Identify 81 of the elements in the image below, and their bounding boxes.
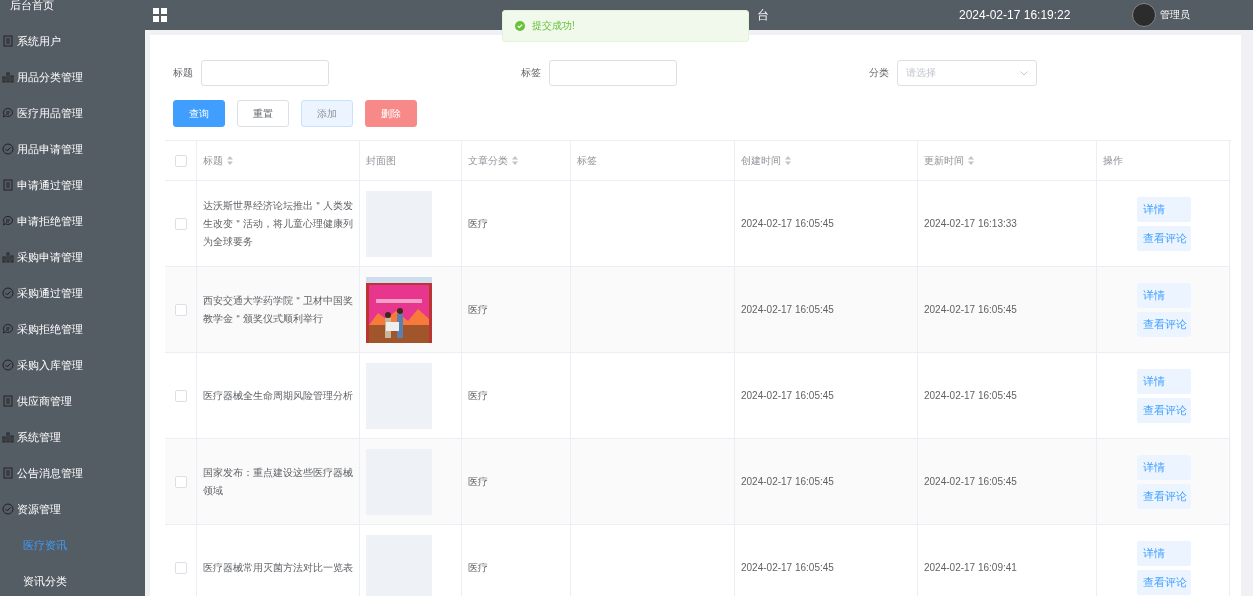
column-header: 标签 [577, 153, 597, 168]
datetime: 2024-02-17 16:19:22 [959, 8, 1071, 22]
table-cell-text: 2024-02-17 16:05:45 [924, 388, 1017, 403]
table-cell-text: 2024-02-17 16:05:45 [924, 302, 1017, 317]
sidebar-item[interactable]: 后台首页 [0, 0, 145, 23]
sidebar-item[interactable]: 用品申请管理 [0, 131, 145, 167]
sort-icon[interactable] [968, 156, 974, 165]
table-cell-text: 2024-02-17 16:05:45 [741, 388, 834, 403]
sidebar-item[interactable]: 采购拒绝管理 [0, 311, 145, 347]
filter-input[interactable] [201, 60, 329, 86]
article-title: 国家发布：重点建设这些医疗器械领域 [203, 465, 353, 498]
column-header: 创建时间 [741, 153, 781, 168]
bar-chart-icon [2, 71, 14, 83]
document-icon [2, 395, 14, 407]
column-header: 标题 [203, 153, 223, 168]
sidebar-item[interactable]: 采购入库管理 [0, 347, 145, 383]
table-cell-text: 医疗 [468, 474, 488, 489]
sidebar-item[interactable]: 系统用户 [0, 23, 145, 59]
sidebar-item[interactable]: 采购申请管理 [0, 239, 145, 275]
avatar[interactable] [1132, 3, 1157, 27]
table-cell-text: 2024-02-17 16:05:45 [741, 216, 834, 231]
sidebar-item[interactable]: 申请拒绝管理 [0, 203, 145, 239]
sidebar-item[interactable]: 申请通过管理 [0, 167, 145, 203]
sort-icon[interactable] [785, 156, 791, 165]
toast-message: 提交成功! [532, 19, 575, 33]
user-name[interactable]: 管理员 [1160, 8, 1191, 22]
filter-input[interactable] [549, 60, 677, 86]
sidebar-item[interactable]: 采购通过管理 [0, 275, 145, 311]
row-checkbox[interactable] [174, 561, 187, 574]
grid-menu-icon[interactable] [153, 8, 167, 22]
filter-label: 分类 [869, 66, 889, 80]
sidebar-item[interactable]: 公告消息管理 [0, 455, 145, 491]
column-header: 更新时间 [924, 153, 964, 168]
table-cell-text: 医疗 [468, 302, 488, 317]
article-title: 达沃斯世界经济论坛推出＂人类发生改变＂活动，将儿童心理健康列为全球要务 [203, 198, 353, 249]
table-cell-text: 2024-02-17 16:05:45 [741, 474, 834, 489]
column-header: 封面图 [366, 153, 396, 168]
chat-icon [2, 323, 14, 335]
document-icon [2, 35, 14, 47]
table-cell-text: 医疗 [468, 216, 488, 231]
chevron-down-icon [1020, 70, 1028, 76]
select-all-checkbox[interactable] [174, 154, 187, 167]
check-circle-icon [2, 359, 14, 371]
row-checkbox[interactable] [174, 389, 187, 402]
row-checkbox[interactable] [174, 475, 187, 488]
sidebar-item[interactable]: 用品分类管理 [0, 59, 145, 95]
table-cell-text: 2024-02-17 16:05:45 [741, 560, 834, 575]
table-cell-text: 医疗 [468, 560, 488, 575]
filter-label: 标题 [173, 66, 193, 80]
sidebar-item[interactable]: 资源管理 [0, 491, 145, 527]
document-icon [2, 179, 14, 191]
table-cell-text: 医疗 [468, 388, 488, 403]
check-circle-icon [2, 287, 14, 299]
article-title: 西安交通大学药学院＂卫材中国奖教学金＂颁奖仪式顺利举行 [203, 293, 353, 326]
sidebar-item[interactable]: 系统管理 [0, 419, 145, 455]
row-checkbox[interactable] [174, 217, 187, 230]
sort-icon[interactable] [227, 156, 233, 165]
table-cell-text: 2024-02-17 16:05:45 [924, 474, 1017, 489]
sidebar-item[interactable]: 医疗用品管理 [0, 95, 145, 131]
row-checkbox[interactable] [174, 303, 187, 316]
table-cell-text: 2024-02-17 16:13:33 [924, 216, 1017, 231]
bar-chart-icon [2, 431, 14, 443]
success-icon [515, 21, 525, 31]
article-title: 医疗器械全生命周期风险管理分析 [203, 388, 353, 403]
chat-icon [2, 107, 14, 119]
column-header: 操作 [1103, 153, 1123, 168]
article-title: 医疗器械常用灭菌方法对比一览表 [203, 560, 353, 575]
filter-label: 标签 [521, 66, 541, 80]
sidebar-subitem[interactable]: 资讯分类 [0, 563, 145, 596]
action-button[interactable]: 重置 [237, 100, 289, 127]
check-circle-icon [2, 503, 14, 515]
sort-icon[interactable] [512, 156, 518, 165]
table-cell-text: 2024-02-17 16:09:41 [924, 560, 1017, 575]
app-title: 台 [757, 6, 769, 24]
chat-icon [2, 215, 14, 227]
column-header: 文章分类 [468, 153, 508, 168]
bar-chart-icon [2, 251, 14, 263]
document-icon [2, 467, 14, 479]
table-cell-text: 2024-02-17 16:05:45 [741, 302, 834, 317]
sidebar-item[interactable]: 供应商管理 [0, 383, 145, 419]
check-circle-icon [2, 143, 14, 155]
